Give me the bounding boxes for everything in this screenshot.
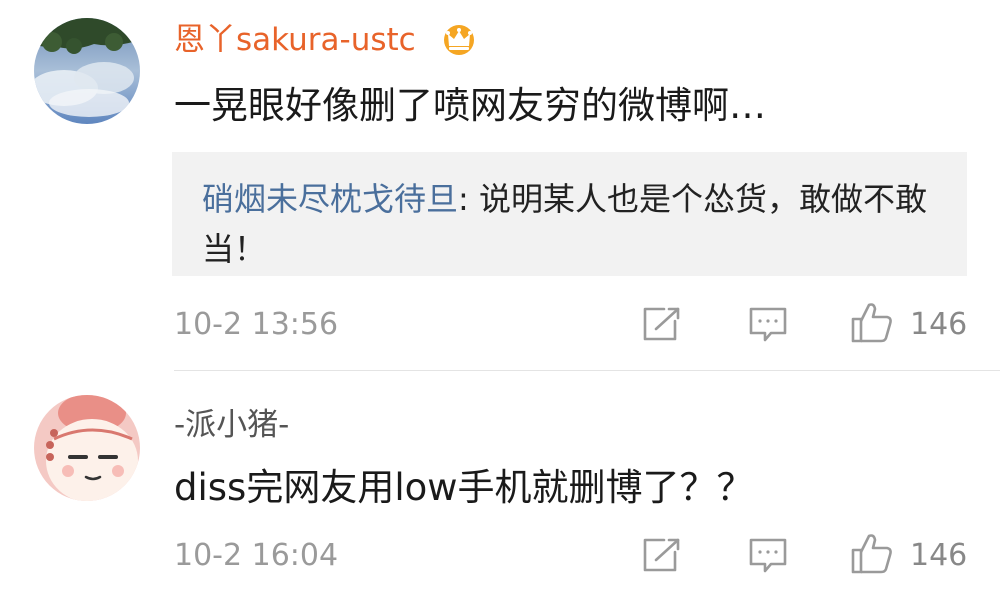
comment-text: 一晃眼好像删了喷网友穷的微博啊… bbox=[174, 84, 766, 127]
username[interactable]: -派小猪- bbox=[174, 405, 289, 445]
reply-separator: : bbox=[458, 180, 479, 218]
comment-time: 10-2 13:56 bbox=[174, 307, 339, 342]
comment-text: diss完网友用low手机就删博了？？ bbox=[174, 466, 754, 509]
reply-preview[interactable]: 硝烟未尽枕戈待旦: 说明某人也是个怂货，敢做不敢当！ bbox=[172, 152, 967, 276]
avatar[interactable] bbox=[34, 395, 140, 501]
share-icon[interactable] bbox=[642, 537, 682, 577]
comment-icon[interactable] bbox=[748, 306, 788, 348]
thumbs-up-icon[interactable] bbox=[850, 300, 894, 348]
thumbs-up-icon[interactable] bbox=[850, 531, 894, 579]
username[interactable]: 恩丫sakura-ustc bbox=[174, 20, 478, 66]
username-text[interactable]: 恩丫sakura-ustc bbox=[174, 22, 416, 58]
share-icon[interactable] bbox=[642, 306, 682, 346]
avatar-sky-image bbox=[34, 18, 140, 124]
like-count: 146 bbox=[910, 538, 968, 573]
like-count: 146 bbox=[910, 307, 968, 342]
crown-vip-icon bbox=[440, 22, 478, 66]
reply-username[interactable]: 硝烟未尽枕戈待旦 bbox=[202, 180, 458, 218]
comment-item: 恩丫sakura-ustc 一晃眼好像删了喷网友穷的微博啊… 硝烟未尽枕戈待旦:… bbox=[0, 0, 1000, 370]
comment-icon[interactable] bbox=[748, 537, 788, 579]
comment-time: 10-2 16:04 bbox=[174, 538, 339, 573]
avatar[interactable] bbox=[34, 18, 140, 124]
avatar-pig-cartoon bbox=[34, 395, 140, 501]
comment-item: -派小猪- diss完网友用low手机就删博了？？ 10-2 16:04 146 bbox=[0, 371, 1000, 589]
